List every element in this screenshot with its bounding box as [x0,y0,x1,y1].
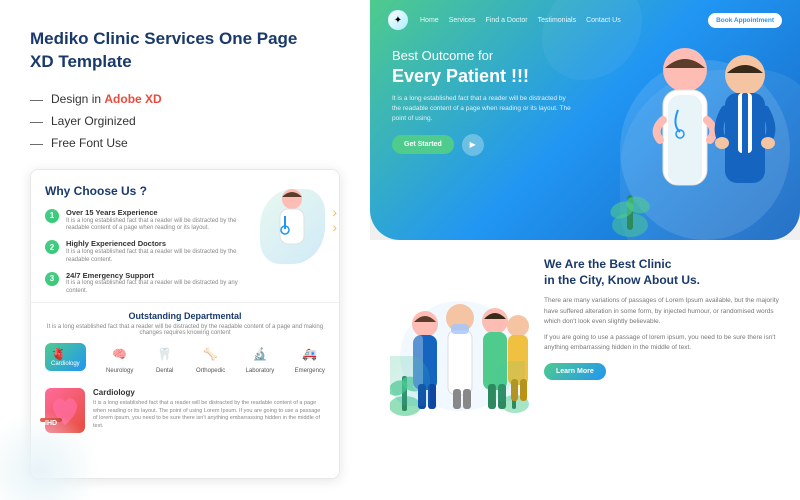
dept-neurology[interactable]: 🧠 Neurology [106,343,133,374]
about-para-1: There are many variations of passages of… [544,296,780,327]
neurology-icon: 🧠 [112,347,127,361]
doctors-svg [610,10,800,240]
laboratory-icon: 🔬 [252,347,267,361]
hero-subtitle: It is a long established fact that a rea… [392,94,572,123]
cardiology-description: It is a long established fact that a rea… [93,400,325,431]
dept-laboratory[interactable]: 🔬 Laboratory [246,343,275,374]
dash-icon: — [30,136,43,151]
learn-more-button[interactable]: Learn More [544,363,606,380]
laboratory-icon-bg: 🔬 [249,343,271,365]
why-item-3: 3 24/7 Emergency Support It is a long es… [45,271,242,296]
get-started-button[interactable]: Get Started [392,135,454,154]
why-num-3: 3 [45,272,59,286]
neurology-icon-bg: 🧠 [109,343,131,365]
dental-icon-bg: 🦷 [154,343,176,365]
emergency-icon-bg: 🚑 [299,343,321,365]
dept-dental[interactable]: 🦷 Dental [154,343,176,374]
nav-link-services[interactable]: Services [449,17,476,24]
doctor-illustration [260,184,325,264]
play-icon: ▶ [470,140,476,149]
feature-item: — Layer Orginized [30,114,340,129]
play-button[interactable]: ▶ [462,134,484,156]
feature-text-2: Layer Orginized [51,114,136,128]
hero-heading: Best Outcome for Every Patient !!! [392,48,572,88]
why-item-2: 2 Highly Experienced Doctors It is a lon… [45,239,242,264]
why-item-title-3: 24/7 Emergency Support [66,271,242,281]
dept-label-emergency: Emergency [295,368,325,374]
dash-icon: — [30,114,43,129]
dept-icons: 🫀 Cardiology 🧠 Neurology 🦷 [45,343,325,374]
leaf-deco-1 [390,356,430,406]
template-title: Mediko Clinic Services One Page XD Templ… [30,28,340,74]
logo-icon: ✦ [394,15,402,26]
department-section: Outstanding Departmental It is a long es… [31,302,339,382]
dept-emergency[interactable]: 🚑 Emergency [295,343,325,374]
dept-label-dental: Dental [156,368,173,374]
why-title: Why Choose Us ? [45,184,242,198]
cardiology-title: Cardiology [93,388,325,397]
emergency-icon: 🚑 [302,347,317,361]
dental-icon: 🦷 [157,347,172,361]
why-item-title-2: Highly Experienced Doctors [66,239,242,249]
about-section: We Are the Best Clinicin the City, Know … [370,240,800,500]
dept-orthopedic[interactable]: 🦴 Orthopedic [196,343,225,374]
dept-subtitle: It is a long established fact that a rea… [45,324,325,336]
feature-list: — Design in Adobe XD — Layer Orginized —… [30,92,340,151]
why-item-1: 1 Over 15 Years Experience It is a long … [45,208,242,233]
about-text: We Are the Best Clinicin the City, Know … [544,256,780,380]
dept-cardiology[interactable]: 🫀 Cardiology [45,343,86,374]
why-item-sub-1: It is a long established fact that a rea… [66,218,242,234]
nav-link-home[interactable]: Home [420,17,439,24]
dept-title: Outstanding Departmental [45,311,325,321]
cardiology-icon: 🫀 [51,347,80,361]
leaf-deco-2 [495,361,525,401]
why-items: 1 Over 15 Years Experience It is a long … [45,208,242,296]
nav-link-find-doctor[interactable]: Find a Doctor [486,17,528,24]
hero-pre-heading: Best Outcome for [392,48,572,65]
dept-active-bg: 🫀 Cardiology [45,343,86,371]
hero-doctor-illustration [610,0,800,240]
chevron-right-icon-2: › [332,219,337,235]
orthopedic-icon: 🦴 [203,347,218,361]
hero-section: ✦ Home Services Find a Doctor Testimonia… [370,0,800,240]
feature-item: — Design in Adobe XD [30,92,340,107]
hero-main-heading: Every Patient !!! [392,65,572,88]
logo: ✦ [388,10,408,30]
dept-label-laboratory: Laboratory [246,368,275,374]
feature-item: — Free Font Use [30,136,340,151]
hero-content: Best Outcome for Every Patient !!! It is… [370,40,594,156]
why-num-2: 2 [45,240,59,254]
why-item-sub-3: It is a long established fact that a rea… [66,280,242,296]
left-panel: Mediko Clinic Services One Page XD Templ… [0,0,370,500]
dept-label-orthopedic: Orthopedic [196,368,225,374]
dash-icon: — [30,92,43,107]
feature-text-1: Design in Adobe XD [51,92,162,106]
dept-label-cardiology: Cardiology [51,361,80,367]
why-num-1: 1 [45,209,59,223]
why-item-sub-2: It is a long established fact that a rea… [66,249,242,265]
about-para-2: If you are going to use a passage of lor… [544,333,780,354]
about-heading: We Are the Best Clinicin the City, Know … [544,256,780,288]
feature-text-3: Free Font Use [51,136,128,150]
hero-buttons: Get Started ▶ [392,134,572,156]
cardiology-text: Cardiology It is a long established fact… [93,388,325,431]
why-item-title-1: Over 15 Years Experience [66,208,242,218]
chevron-right-icon: › [332,204,337,220]
right-panel: ✦ Home Services Find a Doctor Testimonia… [370,0,800,500]
dept-label-neurology: Neurology [106,368,133,374]
medical-team-illustration [390,256,530,406]
orthopedic-icon-bg: 🦴 [200,343,222,365]
